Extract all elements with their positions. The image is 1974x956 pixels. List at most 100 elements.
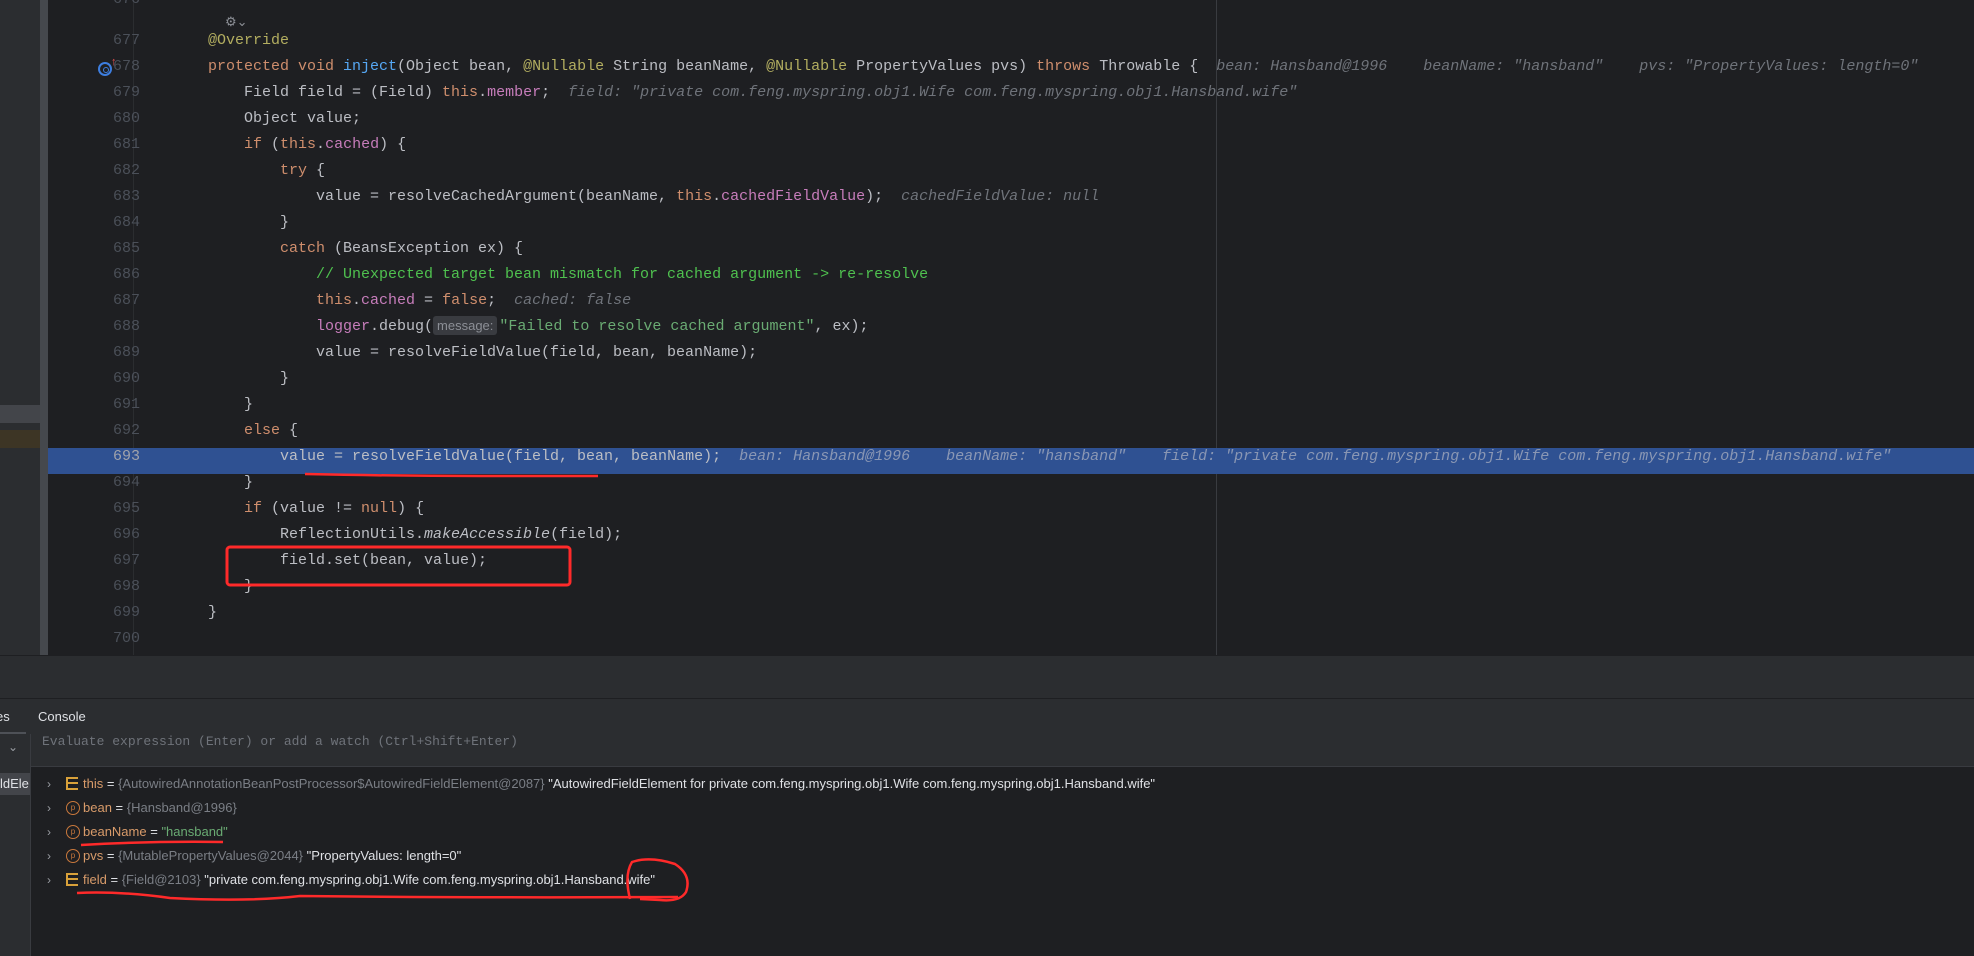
code-line[interactable]: 680 Object value;: [48, 110, 1974, 136]
chevron-right-icon[interactable]: ›: [47, 772, 51, 796]
code-line[interactable]: 679 Field field = (Field) this.member; fie…: [48, 84, 1974, 110]
code-line[interactable]: 696 ReflectionUtils.makeAccessible(field)…: [48, 526, 1974, 552]
line-number[interactable]: 681: [88, 136, 140, 153]
code-line[interactable]: 688 logger.debug(message: "Failed to resol…: [48, 316, 1974, 344]
variable-row[interactable]: › p beanName = "hansband": [31, 820, 1931, 844]
left-scrollbar[interactable]: [40, 0, 48, 655]
line-number[interactable]: 679: [88, 84, 140, 101]
parameter-icon: p: [66, 849, 80, 863]
code-token: value = resolveFieldValue(field, bean, b…: [316, 344, 758, 361]
evaluate-expression-input[interactable]: Evaluate expression (Enter) or add a wat…: [31, 734, 1974, 767]
code-token: .: [352, 292, 362, 309]
code-token: this: [676, 188, 713, 205]
variable-row[interactable]: › field = {Field@2103} "private com.feng.…: [31, 868, 1931, 892]
code-line[interactable]: 681 if (this.cached) {: [48, 136, 1974, 162]
chevron-right-icon[interactable]: ›: [47, 844, 51, 868]
code-token: .: [316, 136, 326, 153]
variable-name: pvs: [83, 848, 104, 863]
code-line[interactable]: 684}: [48, 214, 1974, 240]
line-number[interactable]: 686: [88, 266, 140, 283]
code-line[interactable]: 682 try {: [48, 162, 1974, 188]
line-number[interactable]: 683: [88, 188, 140, 205]
debug-tabs: es Console: [0, 698, 1974, 735]
code-token: cachedFieldValue: [721, 188, 866, 205]
line-number[interactable]: 676: [88, 0, 140, 8]
code-line[interactable]: 691}: [48, 396, 1974, 422]
code-line[interactable]: 695 if (value != null) {: [48, 500, 1974, 526]
variable-name: this: [83, 776, 104, 791]
tab-console[interactable]: Console: [38, 699, 86, 734]
variable-row[interactable]: › p bean = {Hansband@1996}: [31, 796, 1931, 820]
chevron-right-icon[interactable]: ›: [47, 796, 51, 820]
inline-debug-value[interactable]: beanName: "hansband": [946, 448, 1126, 465]
line-number[interactable]: 685: [88, 240, 140, 257]
code-line[interactable]: 697 field.set(bean, value);: [48, 552, 1974, 578]
code-token: }: [280, 214, 290, 231]
line-number[interactable]: 687: [88, 292, 140, 309]
code-line[interactable]: 690}: [48, 370, 1974, 396]
variable-name: bean: [83, 800, 112, 815]
variable-value: "PropertyValues: length=0": [306, 848, 462, 863]
line-number[interactable]: 699: [88, 604, 140, 621]
code-line[interactable]: 686 // Unexpected target bean mismatch fo…: [48, 266, 1974, 292]
code-text: field.set(bean, value);: [280, 552, 487, 569]
line-number[interactable]: 693: [88, 448, 140, 465]
line-number[interactable]: 684: [88, 214, 140, 231]
code-line[interactable]: 685 catch (BeansException ex) {: [48, 240, 1974, 266]
line-number[interactable]: 689: [88, 344, 140, 361]
code-line[interactable]: 676: [48, 0, 1974, 17]
line-number[interactable]: 692: [88, 422, 140, 439]
selected-frame[interactable]: ldEle: [0, 773, 30, 795]
line-number[interactable]: 688: [88, 318, 140, 335]
code-text: }: [280, 214, 289, 231]
variable-row[interactable]: › p pvs = {MutablePropertyValues@2044} "Pr…: [31, 844, 1931, 868]
line-number[interactable]: 700: [88, 630, 140, 647]
inline-debug-value[interactable]: field: "private com.feng.myspring.obj1.W…: [568, 84, 1297, 101]
line-number[interactable]: 690: [88, 370, 140, 387]
chevron-right-icon[interactable]: ›: [47, 820, 51, 844]
current-execution-line[interactable]: 693 value = resolveFieldValue(field, bean…: [48, 448, 1974, 474]
inline-debug-value[interactable]: cached: false: [514, 292, 631, 309]
line-number[interactable]: 694: [88, 474, 140, 491]
code-line[interactable]: 700: [48, 630, 1974, 656]
code-token: ) {: [397, 500, 425, 517]
chevron-right-icon[interactable]: ›: [47, 868, 51, 892]
code-line[interactable]: 677 @Override: [48, 32, 1974, 58]
inline-debug-value[interactable]: bean: Hansband@1996: [739, 448, 910, 465]
code-line[interactable]: 694}: [48, 474, 1974, 500]
chevron-down-icon[interactable]: ⌄: [8, 740, 18, 754]
code-line[interactable]: 692 else {: [48, 422, 1974, 448]
code-token: {: [307, 162, 326, 179]
code-line[interactable]: 699}: [48, 604, 1974, 630]
line-number[interactable]: 696: [88, 526, 140, 543]
line-number[interactable]: 697: [88, 552, 140, 569]
code-line[interactable]: 683 value = resolveCachedArgument(beanNam…: [48, 188, 1974, 214]
code-token: field.set(bean, value);: [280, 552, 488, 569]
code-token: (value !=: [262, 500, 362, 517]
inline-debug-value[interactable]: beanName: "hansband": [1423, 58, 1603, 75]
inlay-settings-icon[interactable]: ⚙⌄: [225, 14, 248, 30]
inline-debug-value[interactable]: bean: Hansband@1996: [1216, 58, 1387, 75]
code-text: value = resolveFieldValue(field, bean, b…: [316, 344, 757, 361]
line-number[interactable]: 680: [88, 110, 140, 127]
line-number[interactable]: 695: [88, 500, 140, 517]
line-number[interactable]: 682: [88, 162, 140, 179]
left-panel-selection: [0, 405, 40, 423]
inline-debug-value[interactable]: cachedFieldValue: null: [901, 188, 1099, 205]
code-line[interactable]: 687 this.cached = false; cached: false: [48, 292, 1974, 318]
field-icon: [66, 873, 78, 886]
inline-debug-value[interactable]: pvs: "PropertyValues: length=0": [1639, 58, 1918, 75]
line-number[interactable]: 698: [88, 578, 140, 595]
code-token: .debug(: [370, 318, 434, 335]
code-token: Object value;: [244, 110, 362, 127]
code-line[interactable]: 698}: [48, 578, 1974, 604]
inline-debug-value[interactable]: field: "private com.feng.myspring.obj1.W…: [1162, 448, 1891, 465]
code-text: @Override: [208, 32, 289, 49]
code-line[interactable]: 689 value = resolveFieldValue(field, bean…: [48, 344, 1974, 370]
line-number[interactable]: 677: [88, 32, 140, 49]
variable-row[interactable]: › this = {AutowiredAnnotationBeanPostProc…: [31, 772, 1931, 796]
tab-variables[interactable]: es: [0, 699, 26, 734]
overriding-method-icon[interactable]: [98, 62, 112, 76]
line-number[interactable]: 691: [88, 396, 140, 413]
code-line[interactable]: 678 protected void inject(Object bean, @N…: [48, 58, 1974, 84]
